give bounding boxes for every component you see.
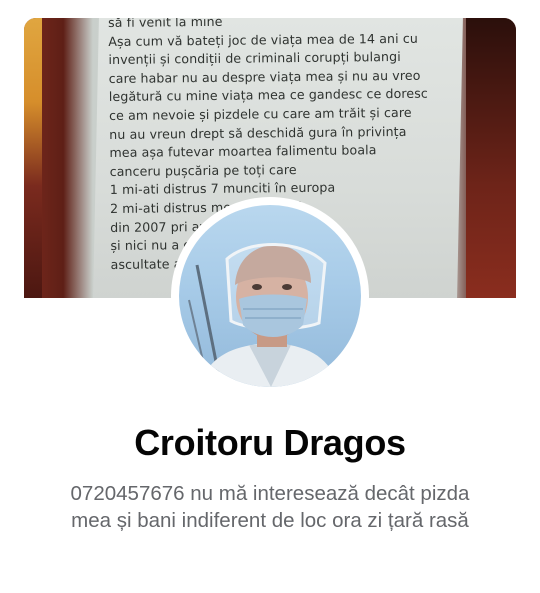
avatar-person-icon	[188, 243, 339, 387]
profile-avatar[interactable]	[179, 205, 361, 387]
profile-bio: 0720457676 nu mă interesează decât pizda…	[70, 482, 470, 532]
profile-name: Croitoru Dragos	[134, 422, 406, 463]
cover-text-line: nu au vreun drept să deschidă gura în pr…	[109, 123, 407, 142]
